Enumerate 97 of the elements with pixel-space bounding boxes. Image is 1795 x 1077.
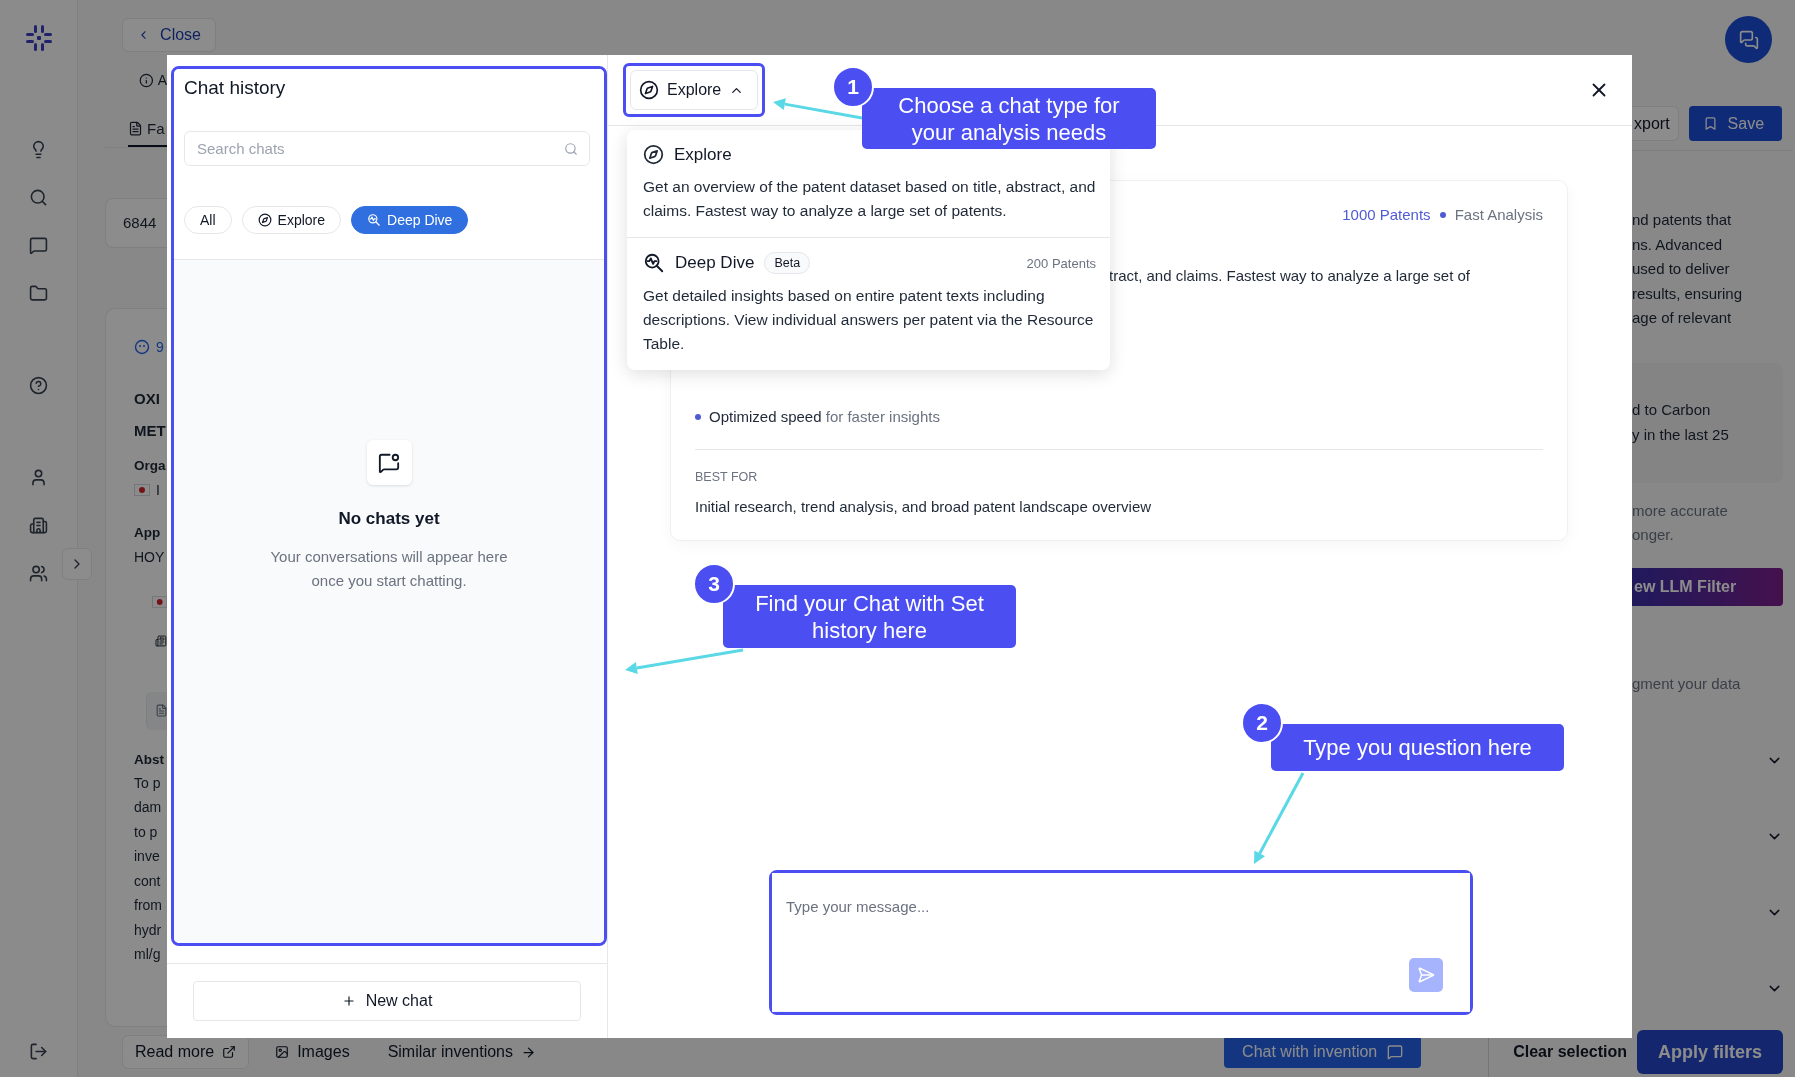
- menu-item[interactable]: Deep Dive: [675, 253, 755, 273]
- info-icon: [139, 72, 154, 88]
- clear-selection-button[interactable]: Clear selection: [1513, 1043, 1627, 1061]
- users-icon[interactable]: [29, 564, 48, 583]
- field-label: App: [134, 524, 161, 541]
- document-icon: [155, 704, 168, 718]
- chat-type-dropdown[interactable]: Explore: [630, 70, 758, 110]
- external-link-icon: [222, 1045, 237, 1059]
- field-label: Orga: [134, 457, 166, 474]
- user-icon[interactable]: [29, 468, 48, 487]
- note-text: d to Carbon: [1632, 400, 1712, 420]
- llm-filter-button[interactable]: ew LLM Filter: [1632, 567, 1783, 606]
- document-icon: [155, 633, 167, 648]
- export-button[interactable]: xport: [1632, 106, 1679, 141]
- compass-icon: [257, 213, 272, 227]
- callout-box: Find your Chat with Set history here: [723, 585, 1016, 648]
- field-value: HOY: [134, 548, 165, 566]
- filter-chip[interactable]: All: [184, 206, 232, 234]
- step-badge: 1: [832, 66, 874, 108]
- menu-description: Get detailed insights based on entire patent texts including descriptions. View individual answers per patent via the Resource Table.: [643, 286, 1095, 354]
- building-icon[interactable]: [29, 516, 48, 535]
- apply-filters-button[interactable]: Apply filters: [1637, 1030, 1783, 1074]
- plus-icon: [341, 994, 356, 1008]
- step-badge: 3: [693, 563, 735, 605]
- folder-icon[interactable]: [29, 284, 48, 303]
- hint-text: gment your data: [1632, 673, 1742, 694]
- description-text: nd patents that: [1632, 210, 1733, 230]
- chat-icon[interactable]: [29, 236, 48, 255]
- badge-icon: [134, 339, 150, 356]
- abstract-text: inve: [134, 847, 161, 867]
- mode-description: tract, and claims. Fastest way to analyze a large set of: [1109, 267, 1471, 284]
- bookmark-icon: [1702, 116, 1718, 131]
- filter-chip[interactable]: Deep Dive: [351, 206, 469, 234]
- speed-label: Fast Analysis: [1454, 206, 1543, 223]
- empty-text: Your conversations will appear here once you start chatting.: [269, 547, 509, 591]
- feature-text: Optimized speed for faster insights: [709, 408, 940, 425]
- hint-text: more accurate: [1632, 500, 1729, 521]
- search-icon[interactable]: [29, 188, 48, 207]
- field-value: I: [156, 482, 160, 499]
- info-text: A: [157, 71, 167, 89]
- pulse-search-icon: [367, 213, 382, 227]
- chat-button[interactable]: [1725, 16, 1772, 63]
- link-button[interactable]: Read more: [122, 1035, 250, 1069]
- description-text: age of relevant: [1632, 308, 1733, 328]
- patent-title: MET: [134, 421, 166, 440]
- description-text: ns. Advanced: [1632, 234, 1724, 255]
- hint-text: onger.: [1632, 525, 1675, 545]
- patent-title: OXI: [134, 389, 160, 408]
- message-field[interactable]: Type your message...: [769, 870, 1473, 1015]
- callout-box: Type you question here: [1271, 724, 1564, 771]
- step-badge: 2: [1241, 702, 1283, 744]
- beta-badge: Beta: [764, 252, 811, 274]
- chat-icon: [1387, 1044, 1404, 1060]
- best-for-label: BEST FOR: [695, 470, 759, 484]
- send-icon: [1417, 966, 1435, 984]
- abstract-text: ml/g: [134, 945, 162, 965]
- abstract-text: dam: [134, 798, 163, 818]
- chat-bubbles-icon: [1738, 29, 1759, 50]
- help-icon[interactable]: [29, 376, 48, 395]
- field-label: Abst: [134, 751, 164, 768]
- flag-icon: [134, 484, 150, 497]
- document-icon: [128, 121, 143, 136]
- abstract-text: from: [134, 896, 163, 916]
- count-text: 6844: [123, 214, 157, 232]
- logo-icon: [24, 24, 53, 52]
- search-icon: [564, 142, 578, 156]
- abstract-text: hydr: [134, 920, 163, 940]
- note-text: y in the last 25: [1632, 424, 1730, 445]
- badge-text: 9: [156, 339, 164, 356]
- compass-icon: [643, 144, 664, 165]
- empty-chat-icon: [366, 440, 412, 485]
- chat-with-invention-button[interactable]: Chat with invention: [1224, 1036, 1422, 1068]
- abstract-text: to p: [134, 822, 159, 842]
- menu-description: Get an overview of the patent dataset based on title, abstract, and claims. Fastest way to analyze a large set of patents.: [643, 177, 1096, 221]
- patent-count: 1000 Patents: [1342, 206, 1431, 223]
- search-field[interactable]: Search chats: [184, 131, 590, 166]
- empty-title: No chats yet: [338, 509, 440, 529]
- best-for-text: Initial research, trend analysis, and broad patent landscape overview: [695, 498, 1153, 515]
- filter-chip[interactable]: Explore: [241, 206, 342, 234]
- menu-item[interactable]: Explore: [674, 144, 732, 165]
- logout-icon[interactable]: [29, 1042, 48, 1061]
- new-chat-button[interactable]: New chat: [193, 981, 581, 1021]
- close-button[interactable]: Close: [122, 18, 216, 52]
- save-button[interactable]: Save: [1688, 106, 1782, 141]
- description-text: results, ensuring: [1632, 283, 1744, 304]
- link-button[interactable]: Similar inventions: [375, 1035, 548, 1069]
- abstract-text: To p: [134, 773, 162, 793]
- callout-box: Choose a chat type for your analysis needs: [862, 88, 1156, 149]
- arrow-right-icon: [521, 1044, 536, 1060]
- abstract-text: cont: [134, 871, 162, 891]
- patent-limit: 200 Patents: [1026, 255, 1096, 271]
- panel-title: Chat history: [184, 77, 287, 99]
- pulse-search-icon: [643, 252, 665, 274]
- description-text: used to deliver: [1632, 259, 1731, 279]
- link-button[interactable]: Images: [263, 1035, 362, 1069]
- compass-icon: [639, 80, 659, 100]
- image-icon: [275, 1045, 290, 1059]
